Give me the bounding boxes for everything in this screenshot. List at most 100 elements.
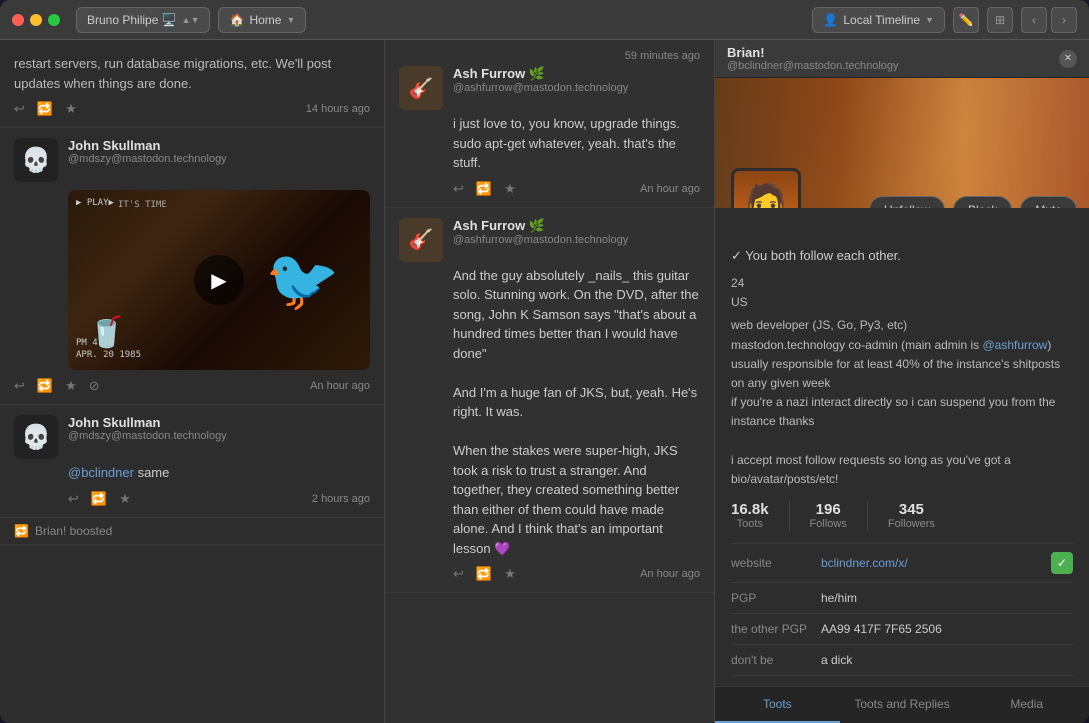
home-button[interactable]: 🏠 Home ▼ <box>218 7 306 33</box>
avatar-ash1: 🎸 <box>399 66 443 110</box>
post-content-ash1: i just love to, you know, upgrade things… <box>399 114 700 173</box>
post-author: John Skullman <box>68 138 227 153</box>
post-time-3: 2 hours ago <box>312 493 370 505</box>
field-label-dont-be: don't be <box>731 653 821 667</box>
favorite-button-3[interactable]: ★ <box>119 491 131 507</box>
media-preview[interactable]: ▶ PLAY▶ 🐦 🥤 PM 4:20 APR. 20 1985 ▶ IT'S … <box>68 190 370 370</box>
favorite-button[interactable]: ★ <box>65 101 77 117</box>
boost-button[interactable]: 🔁 <box>37 101 53 117</box>
compose-button[interactable]: ✏️ <box>953 7 979 33</box>
close-traffic-light[interactable] <box>12 14 24 26</box>
boost-icon: 🔁 <box>14 524 29 538</box>
tab-toots[interactable]: Toots <box>715 687 840 723</box>
boost-button-3[interactable]: 🔁 <box>91 491 107 507</box>
post-header: 💀 John Skullman @mdszy@mastodon.technolo… <box>14 138 370 182</box>
avatar-2: 💀 <box>14 415 58 459</box>
reply-ash1[interactable]: ↩ <box>453 181 464 197</box>
center-panel: 59 minutes ago 🎸 Ash Furrow 🌿 @ashfurrow… <box>385 40 715 723</box>
forward-button[interactable]: › <box>1051 7 1077 33</box>
reply-button-3[interactable]: ↩ <box>68 491 79 507</box>
avatar-image: 🧔 <box>734 171 798 208</box>
tab-media[interactable]: Media <box>964 687 1089 723</box>
post-time: 14 hours ago <box>306 103 370 115</box>
nav-buttons: ‹ › <box>1021 7 1077 33</box>
post-header-ash1: 🎸 Ash Furrow 🌿 @ashfurrow@mastodon.techn… <box>399 66 700 110</box>
post-meta-ash2: Ash Furrow 🌿 @ashfurrow@mastodon.technol… <box>453 218 700 246</box>
post-time-2: An hour ago <box>310 380 370 392</box>
more-button[interactable]: ⊘ <box>89 378 100 394</box>
fav-ash1[interactable]: ★ <box>504 181 516 197</box>
profile-info: ✓ You both follow each other. 24US web d… <box>715 208 1089 688</box>
ash-mention[interactable]: @ashfurrow <box>982 338 1047 352</box>
account-name: Bruno Philipe 🖥️ <box>87 13 177 27</box>
post-handle-2: @mdszy@mastodon.technology <box>68 430 370 442</box>
profile-avatar: 🧔 <box>731 168 801 208</box>
back-icon: ‹ <box>1032 13 1036 27</box>
toots-label: Toots <box>737 518 763 530</box>
back-button[interactable]: ‹ <box>1021 7 1047 33</box>
home-label: Home <box>249 13 281 27</box>
post-author-2: John Skullman <box>68 415 370 430</box>
post-author-ash1: Ash Furrow 🌿 <box>453 66 700 82</box>
play-button[interactable]: ▶ <box>194 255 244 305</box>
local-timeline-button[interactable]: 👤 Local Timeline ▼ <box>812 7 945 33</box>
reply-ash2[interactable]: ↩ <box>453 566 464 582</box>
tab-toots-replies[interactable]: Toots and Replies <box>840 687 965 723</box>
post-header-ash2: 🎸 Ash Furrow 🌿 @ashfurrow@mastodon.techn… <box>399 218 700 262</box>
list-item: 💀 John Skullman @mdszy@mastodon.technolo… <box>0 405 384 518</box>
followers-label: Followers <box>888 518 935 530</box>
reply-button[interactable]: ↩ <box>14 101 25 117</box>
follows-count: 196 <box>816 501 841 518</box>
post-meta: John Skullman @mdszy@mastodon.technology <box>68 138 370 165</box>
post-content: restart servers, run database migrations… <box>14 54 370 93</box>
followers-count: 345 <box>899 501 924 518</box>
local-timeline-label: Local Timeline <box>843 13 920 27</box>
mention[interactable]: @bclindner <box>68 465 134 480</box>
field-row-other-pgp: the other PGP AA99 417F 7F65 2506 <box>731 614 1073 645</box>
its-time-label: IT'S TIME <box>118 200 167 210</box>
mute-button[interactable]: Mute <box>1020 196 1077 208</box>
right-panel: Brian! @bclindner@mastodon.technology ✕ … <box>715 40 1089 723</box>
post-content-2: @bclindner same <box>14 463 370 483</box>
followers-stat: 345 Followers <box>888 501 935 531</box>
traffic-lights <box>12 14 60 26</box>
toots-count: 16.8k <box>731 501 769 518</box>
toots-stat: 16.8k Toots <box>731 501 769 531</box>
verified-icon: ✓ <box>1051 552 1073 574</box>
minimize-traffic-light[interactable] <box>30 14 42 26</box>
field-label-website: website <box>731 556 821 570</box>
favorite-button-2[interactable]: ★ <box>65 378 77 394</box>
maximize-traffic-light[interactable] <box>48 14 60 26</box>
boost-ash1[interactable]: 🔁 <box>476 181 492 197</box>
post-handle: @mdszy@mastodon.technology <box>68 153 227 165</box>
bio-text: web developer (JS, Go, Py3, etc) mastodo… <box>731 316 1073 489</box>
block-button[interactable]: Block <box>953 196 1012 208</box>
forward-icon: › <box>1062 13 1066 27</box>
boost-label: Brian! boosted <box>35 524 112 538</box>
boost-button-2[interactable]: 🔁 <box>37 378 53 394</box>
profile-tabs: Toots Toots and Replies Media <box>715 686 1089 723</box>
field-row-website: website bclindner.com/x/ ✓ <box>731 544 1073 583</box>
list-item: 💀 John Skullman @mdszy@mastodon.technolo… <box>0 128 384 405</box>
columns-button[interactable]: ⊞ <box>987 7 1013 33</box>
field-value-dont-be: a dick <box>821 653 1073 667</box>
unfollow-button[interactable]: Unfollow <box>869 196 945 208</box>
field-value-website[interactable]: bclindner.com/x/ <box>821 556 1051 570</box>
post-meta-2: John Skullman @mdszy@mastodon.technology <box>68 415 370 442</box>
boost-ash2[interactable]: 🔁 <box>476 566 492 582</box>
ash-emoji-2: 🌿 <box>529 218 545 233</box>
titlebar: Bruno Philipe 🖥️ ▲▼ 🏠 Home ▼ 👤 Local Tim… <box>0 0 1089 40</box>
account-selector[interactable]: Bruno Philipe 🖥️ ▲▼ <box>76 7 210 33</box>
reply-button-2[interactable]: ↩ <box>14 378 25 394</box>
post-meta-ash1: Ash Furrow 🌿 @ashfurrow@mastodon.technol… <box>453 66 700 94</box>
close-button[interactable]: ✕ <box>1059 50 1077 68</box>
left-panel: restart servers, run database migrations… <box>0 40 385 723</box>
follows-stat: 196 Follows <box>810 501 847 531</box>
profile-header: 🧔 Unfollow Block Mute <box>715 78 1089 208</box>
fav-ash2[interactable]: ★ <box>504 566 516 582</box>
field-row-dont-be: don't be a dick <box>731 645 1073 676</box>
video-time-info: PM 4:20 APR. 20 1985 <box>76 337 141 362</box>
profile-stats: 16.8k Toots 196 Follows 345 Followers <box>731 501 1073 531</box>
profile-fields: website bclindner.com/x/ ✓ PGP he/him th… <box>731 543 1073 676</box>
profile-actions: Unfollow Block Mute <box>869 196 1077 208</box>
